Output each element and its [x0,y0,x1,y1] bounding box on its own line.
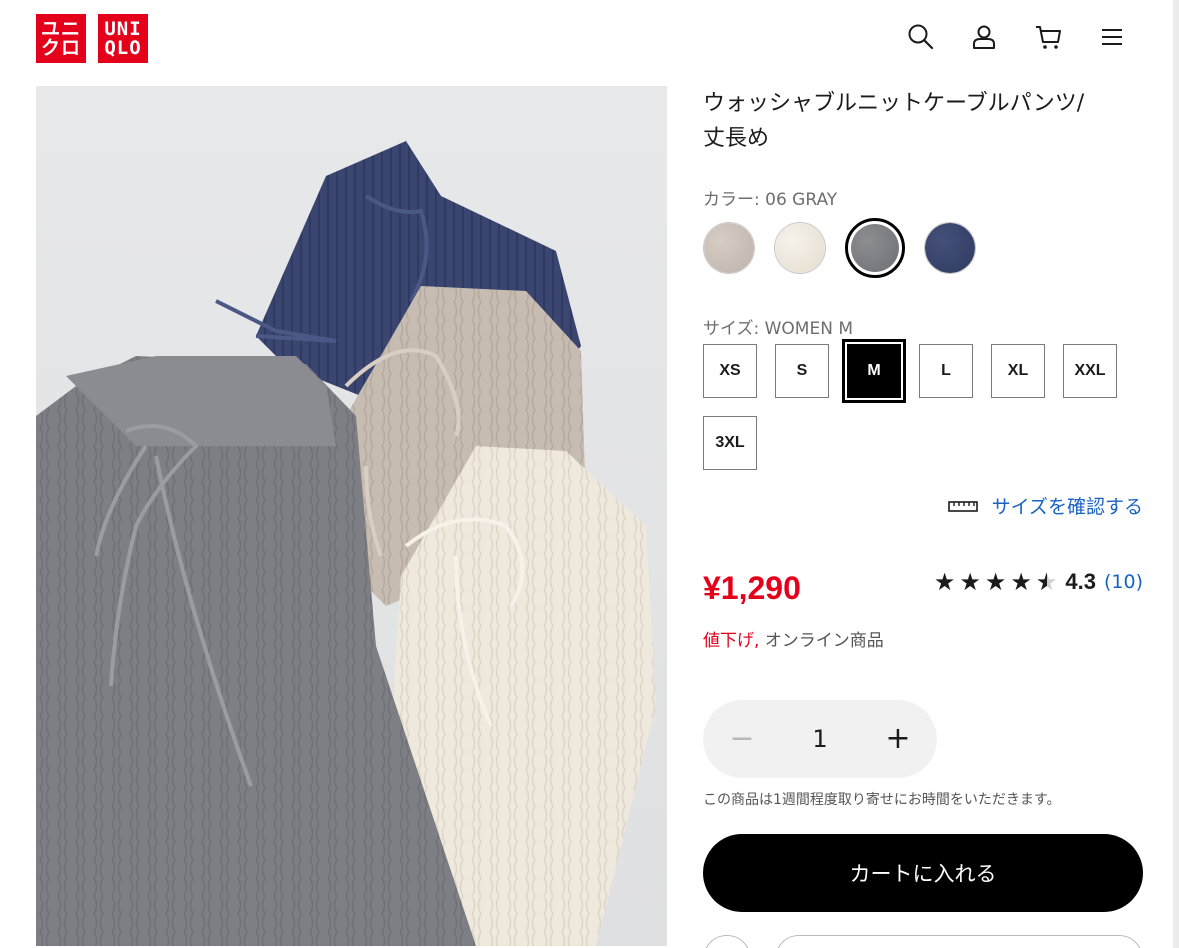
logo-katakana-line1: ユニ [40,17,81,40]
menu-icon[interactable] [1097,22,1127,52]
color-swatch-beige[interactable] [703,222,755,274]
product-page: ユニ クロ UNI QLO ウォッシャブルニットケーブルパンツ/ 丈長め カラー… [0,0,1179,948]
product-title-line1: ウォッシャブルニットケーブルパンツ/ [703,91,1085,116]
site-header: ユニ クロ UNI QLO [0,0,1179,80]
quantity-stepper: − 1 + [703,700,937,778]
account-icon[interactable] [969,22,999,52]
ruler-icon [947,500,978,512]
swatch-fill [925,223,975,273]
swatch-fill [704,223,754,273]
logo-katakana-box: ユニ クロ [36,14,86,63]
rating-stars: ★ ★ ★ ★ ★★ [934,568,1058,596]
star-icon: ★ [959,568,981,596]
color-swatch-gray[interactable] [845,218,905,278]
quantity-decrease-button[interactable]: − [725,722,759,756]
logo-latin-line1: UNI [104,17,142,40]
size-option-m[interactable]: M [842,339,906,403]
color-label: カラー: 06 GRAY [703,190,838,210]
size-option-s[interactable]: S [775,344,829,398]
size-option-xs[interactable]: XS [703,344,757,398]
uniqlo-logo[interactable]: ユニ クロ UNI QLO [36,14,148,63]
color-swatch-list [703,218,976,278]
product-title: ウォッシャブルニットケーブルパンツ/ 丈長め [703,86,1143,156]
size-option-l[interactable]: L [919,344,973,398]
online-only-flag: オンライン商品 [764,631,884,651]
size-check-label: サイズを確認する [991,496,1143,518]
rating-value: 4.3 [1065,569,1096,594]
header-icon-bar [905,22,1127,52]
sale-flag: 値下げ, [703,631,760,651]
star-icon: ★ [1010,568,1032,596]
product-flags: 値下げ, オンライン商品 [703,626,884,651]
size-option-list: XS S M L XL XXL 3XL [703,339,1153,470]
swatch-fill [851,224,899,272]
star-icon: ★ [984,568,1007,596]
product-rating: ★ ★ ★ ★ ★★ 4.3 (10) [934,568,1143,596]
star-icon: ★ [933,568,956,596]
page-scrollbar[interactable] [1173,0,1179,948]
secondary-action-button[interactable] [775,935,1143,948]
product-price: ¥1,290 [703,570,801,606]
logo-katakana-line2: クロ [40,36,81,59]
size-label: サイズ: WOMEN M [703,319,854,339]
quantity-increase-button[interactable]: + [881,722,915,756]
logo-latin-box: UNI QLO [98,14,148,63]
add-to-cart-button[interactable]: カートに入れる [703,834,1143,912]
product-image[interactable] [36,86,667,946]
quantity-value: 1 [812,725,828,753]
product-title-line2: 丈長め [703,126,770,151]
size-option-xl[interactable]: XL [991,344,1045,398]
logo-latin-line2: QLO [104,36,142,59]
size-option-xxl[interactable]: XXL [1063,344,1117,398]
size-option-3xl[interactable]: 3XL [703,416,757,470]
product-details: ウォッシャブルニットケーブルパンツ/ 丈長め カラー: 06 GRAY サイズ:… [703,86,1143,948]
color-swatch-navy[interactable] [924,222,976,274]
review-count-link[interactable]: (10) [1104,571,1143,593]
delivery-note: この商品は1週間程度取り寄せにお時間をいただきます。 [703,792,1061,808]
cart-icon[interactable] [1033,22,1063,52]
size-check-link[interactable]: サイズを確認する [947,492,1143,519]
half-star-icon: ★★ [1035,568,1058,596]
color-swatch-off-white[interactable] [774,222,826,274]
favorite-button[interactable] [703,935,751,948]
swatch-fill [775,223,825,273]
search-icon[interactable] [905,22,935,52]
